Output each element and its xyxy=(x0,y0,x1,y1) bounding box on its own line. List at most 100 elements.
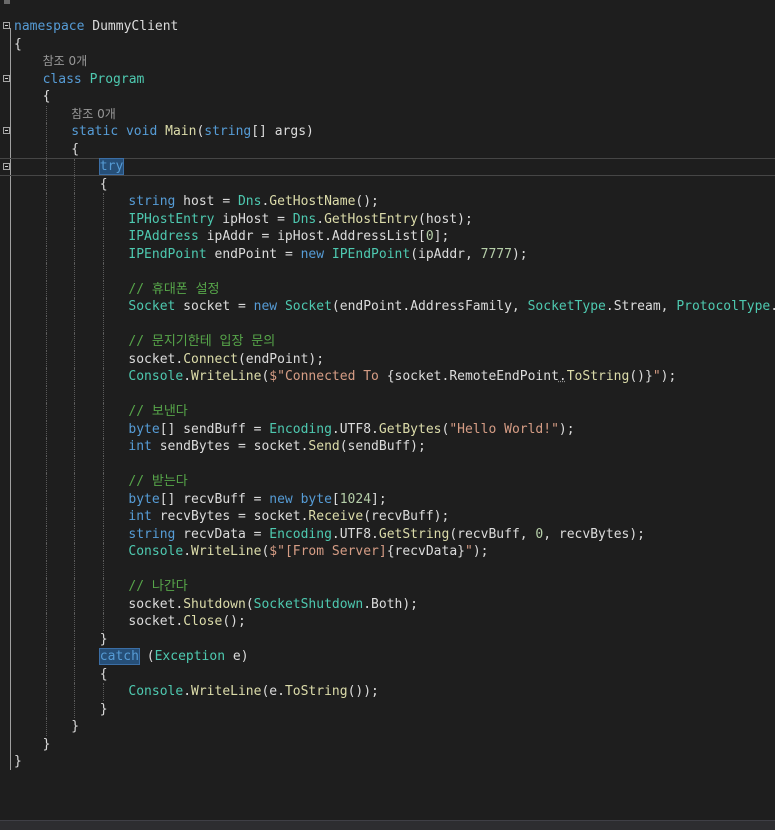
code-text: 참조 0개 xyxy=(43,53,88,71)
code-line[interactable] xyxy=(0,560,775,578)
code-line[interactable]: socket.Shutdown(SocketShutdown.Both); xyxy=(0,595,775,613)
code-line[interactable]: } xyxy=(0,630,775,648)
code-token: "Hello World!" xyxy=(449,421,559,437)
indent-guide xyxy=(74,508,76,526)
code-token: catch xyxy=(98,648,140,665)
fold-toggle-icon[interactable] xyxy=(3,74,10,82)
fold-toggle-icon[interactable] xyxy=(3,22,10,29)
code-text: } xyxy=(71,718,79,736)
code-token: int xyxy=(128,509,152,524)
code-text: } xyxy=(14,753,22,771)
code-line[interactable]: Console.WriteLine($"[From Server]{recvDa… xyxy=(0,543,775,561)
reference-count-lens[interactable]: 참조 0개 xyxy=(43,54,88,68)
code-line[interactable]: socket.Close(); xyxy=(0,613,775,631)
code-line[interactable]: { xyxy=(0,175,775,193)
code-line[interactable]: // 문지기한테 입장 문의 xyxy=(0,333,775,351)
indent-guide xyxy=(74,578,76,596)
code-token: . xyxy=(183,684,192,699)
code-line[interactable]: Console.WriteLine($"Connected To {socket… xyxy=(0,368,775,386)
code-token: byte xyxy=(128,421,160,437)
code-line[interactable]: 참조 0개 xyxy=(0,53,775,71)
code-token: host = xyxy=(175,194,238,209)
code-token: .Tcp); xyxy=(770,299,775,314)
code-text: namespace DummyClient xyxy=(14,18,178,36)
code-line[interactable] xyxy=(0,385,775,403)
code-line[interactable]: } xyxy=(0,753,775,771)
code-token: byte xyxy=(300,491,332,507)
code-line[interactable]: } xyxy=(0,736,775,754)
code-token: [] sendBuff = xyxy=(159,421,270,437)
code-text: { xyxy=(14,36,22,54)
code-line[interactable]: } xyxy=(0,718,775,736)
code-line[interactable]: int sendBytes = socket.Send(sendBuff); xyxy=(0,438,775,456)
code-line[interactable]: byte[] sendBuff = Encoding.UTF8.GetBytes… xyxy=(0,420,775,438)
code-line[interactable]: int recvBytes = socket.Receive(recvBuff)… xyxy=(0,508,775,526)
code-line[interactable]: IPAddress ipAddr = ipHost.AddressList[0]… xyxy=(0,228,775,246)
code-line[interactable]: { xyxy=(0,665,775,683)
code-line[interactable]: { xyxy=(0,140,775,158)
code-line[interactable]: string recvData = Encoding.UTF8.GetStrin… xyxy=(0,525,775,543)
code-line[interactable]: IPEndPoint endPoint = new IPEndPoint(ipA… xyxy=(0,245,775,264)
code-line[interactable] xyxy=(0,263,775,281)
code-line[interactable]: // 나간다 xyxy=(0,578,775,596)
code-line[interactable]: socket.Connect(endPoint); xyxy=(0,350,775,368)
code-line[interactable] xyxy=(0,455,775,473)
code-token: } xyxy=(42,736,51,752)
code-line[interactable]: Socket socket = new Socket(endPoint.Addr… xyxy=(0,298,775,316)
code-line[interactable]: // 휴대폰 설정 xyxy=(0,280,775,298)
code-text: IPEndPoint endPoint = new IPEndPoint(ipA… xyxy=(128,246,527,264)
code-token: endPoint = xyxy=(206,246,301,262)
code-token: ToString xyxy=(284,684,348,699)
code-line[interactable]: string host = Dns.GetHostName(); xyxy=(0,193,775,211)
code-text: 참조 0개 xyxy=(71,106,116,124)
code-token: { xyxy=(14,36,22,52)
code-token: " xyxy=(652,369,661,384)
code-line[interactable]: 참조 0개 xyxy=(0,105,775,124)
code-token: (host); xyxy=(418,211,473,227)
code-line[interactable]: try xyxy=(0,158,775,177)
code-line[interactable]: // 받는다 xyxy=(0,473,775,491)
code-text: Console.WriteLine($"[From Server]{recvDa… xyxy=(128,543,488,561)
indent-guide xyxy=(74,700,76,718)
code-line[interactable] xyxy=(0,315,775,333)
code-line[interactable]: byte[] recvBuff = new byte[1024]; xyxy=(0,490,775,509)
fold-toggle-icon[interactable] xyxy=(3,163,10,170)
code-token: ( xyxy=(245,596,254,612)
code-token: Socket xyxy=(128,299,176,314)
code-token: IPAddress xyxy=(128,229,199,244)
code-token: Exception xyxy=(154,649,226,664)
code-text: class Program xyxy=(43,71,145,89)
reference-count-lens[interactable]: 참조 0개 xyxy=(71,107,116,121)
code-line[interactable]: namespace DummyClient xyxy=(0,18,775,36)
code-token: (endPoint.AddressFamily, xyxy=(331,299,528,314)
code-token: } xyxy=(14,754,22,769)
code-line[interactable]: } xyxy=(0,700,775,718)
code-line[interactable]: { xyxy=(0,36,775,54)
code-token: { xyxy=(71,141,80,157)
code-text: byte[] recvBuff = new byte[1024]; xyxy=(128,491,386,509)
code-line[interactable]: static void Main(string[] args) xyxy=(0,123,775,141)
code-token: . xyxy=(316,211,325,227)
code-token: ]; xyxy=(433,229,450,244)
code-token: } xyxy=(99,631,108,647)
code-line[interactable]: // 보낸다 xyxy=(0,403,775,421)
indent-guide xyxy=(45,315,47,333)
code-text: try xyxy=(98,158,125,175)
code-token: .Stream, xyxy=(605,299,677,314)
code-line[interactable]: catch (Exception e) xyxy=(0,648,775,666)
code-text: static void Main(string[] args) xyxy=(71,123,314,141)
code-token: (endPoint); xyxy=(237,351,325,367)
code-token: // 문지기한테 입장 문의 xyxy=(128,334,276,349)
code-token: // 받는다 xyxy=(128,474,188,489)
code-line[interactable]: { xyxy=(0,88,775,106)
code-token: string xyxy=(128,194,176,209)
code-line[interactable]: class Program xyxy=(0,71,775,89)
code-line[interactable]: Console.WriteLine(e.ToString()); xyxy=(0,683,775,701)
fold-toggle-icon[interactable] xyxy=(3,127,10,134)
code-line[interactable]: IPHostEntry ipHost = Dns.GetHostEntry(ho… xyxy=(0,210,775,228)
indent-guide xyxy=(45,210,47,228)
indent-guide xyxy=(102,210,104,228)
code-editor[interactable]: namespace DummyClient{참조 0개 class Program… xyxy=(0,0,775,820)
